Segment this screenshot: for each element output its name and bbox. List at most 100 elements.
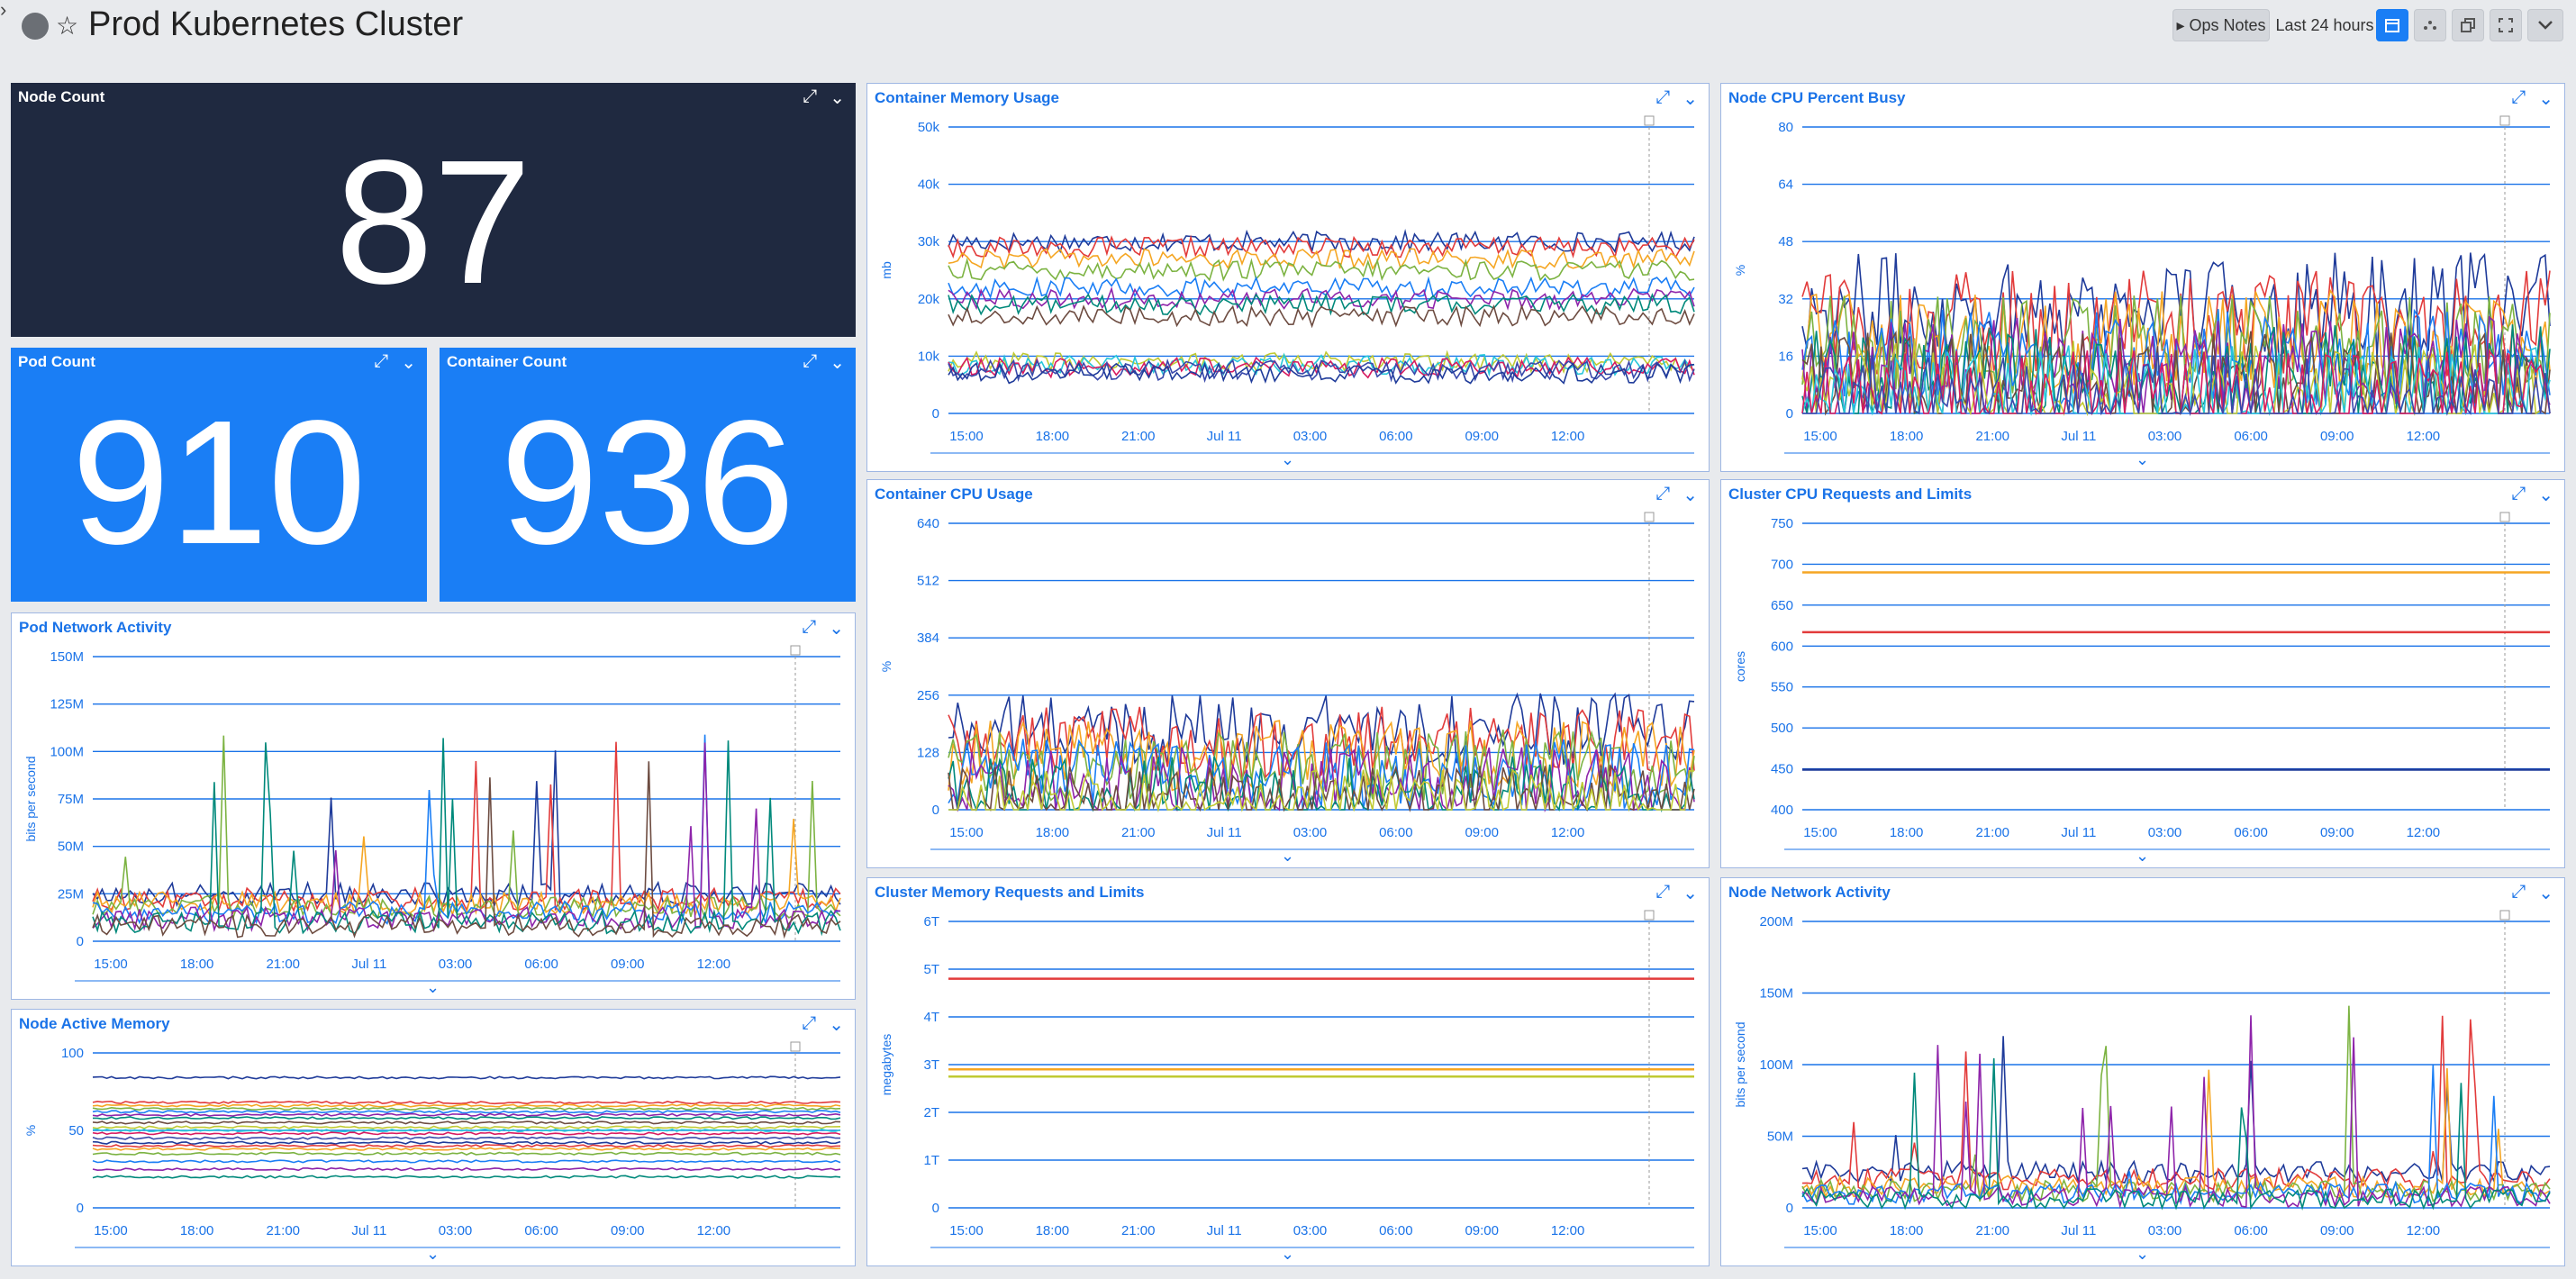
ops-notes-button[interactable]: ▸ Ops Notes bbox=[2172, 9, 2270, 41]
x-tick-label: 12:00 bbox=[1551, 429, 1585, 444]
expand-icon[interactable]: ⤢ bbox=[803, 86, 817, 109]
x-tick-label: 21:00 bbox=[1975, 825, 2009, 840]
expand-icon[interactable]: ⤢ bbox=[374, 351, 388, 374]
widget-title: Container Count bbox=[447, 353, 567, 370]
x-tick-label: 15:00 bbox=[949, 1223, 984, 1238]
x-tick-label: 06:00 bbox=[2234, 429, 2268, 444]
series-line bbox=[92, 1110, 841, 1114]
cluster-cpu-requests-widget: Cluster CPU Requests and Limits ⤢ ⌄ 400 450 5… bbox=[1720, 479, 2565, 868]
legend-toggle-chevron[interactable]: ⌄ bbox=[1281, 450, 1294, 469]
x-tick-label: 06:00 bbox=[2234, 825, 2268, 840]
time-range-label[interactable]: Last 24 hours bbox=[2275, 9, 2374, 41]
y-tick-label: 125M bbox=[50, 697, 84, 712]
series-line bbox=[92, 1112, 841, 1117]
y-axis-label: % bbox=[879, 661, 893, 672]
x-tick-label: 21:00 bbox=[266, 957, 300, 972]
x-tick-label: 09:00 bbox=[1465, 825, 1499, 840]
legend-toggle-chevron[interactable]: ⌄ bbox=[2136, 1245, 2149, 1264]
y-axis-label: bits per second bbox=[23, 757, 38, 842]
series-line bbox=[92, 1131, 841, 1136]
series-line bbox=[948, 304, 1695, 329]
y-tick-label: 600 bbox=[1771, 639, 1793, 654]
x-tick-label: Jul 11 bbox=[351, 1223, 386, 1238]
x-tick-label: 06:00 bbox=[2234, 1223, 2268, 1238]
x-tick-label: 03:00 bbox=[2148, 825, 2182, 840]
x-tick-label: 15:00 bbox=[1803, 1223, 1837, 1238]
x-tick-label: Jul 11 bbox=[351, 957, 386, 972]
y-tick-label: 5T bbox=[923, 962, 939, 977]
x-tick-label: 06:00 bbox=[1379, 825, 1413, 840]
expand-icon[interactable]: ⤢ bbox=[803, 351, 817, 374]
fullscreen-icon[interactable] bbox=[2490, 9, 2522, 41]
pod-network-widget: Pod Network Activity ⤢ ⌄ 0 25M 50M 75M 100M 125M… bbox=[11, 612, 856, 1000]
y-tick-label: 10k bbox=[918, 349, 940, 364]
chart-canvas: 0 10k 20k 30k 40k 50k mb 15:00 18:00 21:00 Jul 11 0… bbox=[879, 115, 1695, 454]
now-marker-handle bbox=[1644, 115, 1655, 126]
favorite-star-icon[interactable]: ☆ bbox=[56, 11, 78, 41]
x-tick-label: 12:00 bbox=[2407, 825, 2441, 840]
series-line bbox=[92, 1136, 840, 1140]
y-tick-label: 1T bbox=[923, 1153, 939, 1168]
legend-toggle-chevron[interactable]: ⌄ bbox=[1281, 847, 1294, 866]
dashboard-logo-icon bbox=[22, 13, 49, 40]
y-tick-label: 0 bbox=[1786, 406, 1793, 422]
chevron-down-icon[interactable]: ⌄ bbox=[830, 351, 845, 374]
legend-toggle-chevron[interactable]: ⌄ bbox=[426, 978, 440, 997]
x-tick-label: 12:00 bbox=[2407, 1223, 2441, 1238]
series-line bbox=[92, 1103, 841, 1108]
chevron-down-icon[interactable] bbox=[2527, 9, 2563, 41]
x-tick-label: 03:00 bbox=[1293, 429, 1328, 444]
y-tick-label: 0 bbox=[1786, 1201, 1793, 1216]
x-tick-label: 06:00 bbox=[524, 957, 558, 972]
calendar-icon[interactable] bbox=[2376, 9, 2408, 41]
x-tick-label: 09:00 bbox=[2320, 429, 2354, 444]
x-tick-label: Jul 11 bbox=[2061, 429, 2096, 444]
series-line bbox=[93, 1116, 841, 1120]
y-tick-label: 30k bbox=[918, 234, 940, 249]
y-tick-label: 4T bbox=[923, 1010, 939, 1025]
chart-canvas: 0 128 256 384 512 640% 15:00 18:00 21:00 Jul 11 03… bbox=[879, 512, 1695, 850]
x-tick-label: 15:00 bbox=[94, 957, 128, 972]
series-line bbox=[92, 1144, 841, 1148]
chart-canvas: 0 25M 50M 75M 100M 125M 150M bits per second 15:… bbox=[23, 645, 841, 982]
legend-toggle-chevron[interactable]: ⌄ bbox=[426, 1245, 440, 1264]
node-count-value: 87 bbox=[334, 123, 531, 321]
chart-canvas: 0 1T 2T 3T 4T 5T 6T megabytes 15:00 18:00 21:00 Jul… bbox=[879, 910, 1694, 1248]
y-tick-label: 16 bbox=[1778, 349, 1793, 364]
y-tick-label: 384 bbox=[917, 630, 939, 646]
legend-toggle-chevron[interactable]: ⌄ bbox=[1281, 1245, 1294, 1264]
series-line bbox=[92, 1106, 841, 1111]
chart-canvas: 0 50M 100M 150M 200M bits per second 15:00 18:0… bbox=[1733, 910, 2551, 1248]
clone-icon[interactable] bbox=[2452, 9, 2484, 41]
y-tick-label: 640 bbox=[917, 516, 939, 531]
x-tick-label: 03:00 bbox=[1293, 825, 1328, 840]
y-tick-label: 512 bbox=[917, 574, 939, 589]
series-line bbox=[92, 1151, 841, 1156]
y-tick-label: 0 bbox=[932, 1201, 939, 1216]
chevron-down-icon[interactable]: ⌄ bbox=[401, 351, 416, 374]
x-tick-label: 21:00 bbox=[1121, 429, 1156, 444]
y-axis-label: % bbox=[23, 1125, 38, 1136]
legend-toggle-chevron[interactable]: ⌄ bbox=[2136, 847, 2149, 866]
chart-canvas: 400 450 500 550 600 650 700 750 cores 15:00 18:00 2… bbox=[1733, 512, 2550, 850]
x-tick-label: 18:00 bbox=[1036, 825, 1070, 840]
container-count-value: 936 bbox=[500, 384, 795, 581]
x-tick-label: 18:00 bbox=[1036, 429, 1070, 444]
graph-settings-icon[interactable] bbox=[2414, 9, 2446, 41]
y-tick-label: 0 bbox=[77, 1201, 84, 1216]
x-tick-label: 03:00 bbox=[2148, 1223, 2182, 1238]
y-tick-label: 25M bbox=[58, 886, 84, 902]
y-tick-label: 0 bbox=[932, 406, 939, 422]
sidebar-toggle[interactable]: › bbox=[0, 0, 13, 23]
chevron-down-icon[interactable]: ⌄ bbox=[830, 86, 845, 109]
series-line bbox=[92, 1159, 841, 1164]
node-network-widget: Node Network Activity ⤢ ⌄ 0 50M 100M 150M 200M b… bbox=[1720, 877, 2565, 1266]
legend-toggle-chevron[interactable]: ⌄ bbox=[2136, 450, 2149, 469]
now-marker-handle bbox=[1644, 910, 1655, 921]
x-tick-label: 21:00 bbox=[1121, 1223, 1156, 1238]
container-cpu-widget: Container CPU Usage ⤢ ⌄ 0 128 256 384 512 640% 15… bbox=[866, 479, 1710, 868]
y-tick-label: 50M bbox=[58, 839, 84, 855]
y-tick-label: 50 bbox=[68, 1123, 84, 1138]
series-line bbox=[92, 1166, 841, 1172]
x-tick-label: 09:00 bbox=[2320, 825, 2354, 840]
